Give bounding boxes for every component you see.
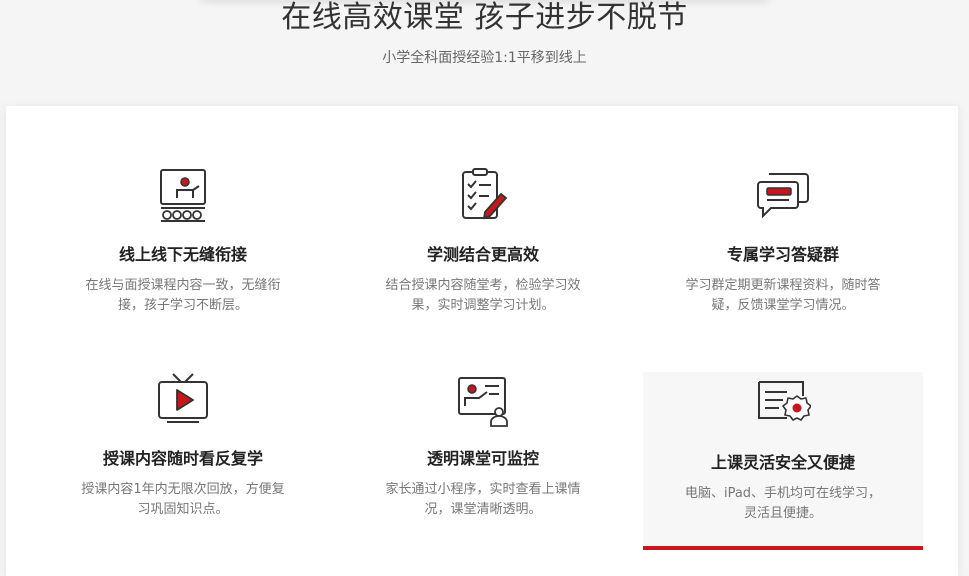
feature-desc: 授课内容1年内无限次回放，方便复习巩固知识点。 (81, 482, 285, 517)
feature-title: 透明课堂可监控 (426, 449, 539, 468)
feature-desc: 家长通过小程序，实时查看上课情况，课堂清晰透明。 (385, 482, 581, 517)
page-title: 在线高效课堂 孩子进步不脱节 (281, 0, 688, 35)
feature-item-replay[interactable]: 授课内容随时看反复学 授课内容1年内无限次回放，方便复习巩固知识点。 (43, 372, 323, 572)
page-subtitle: 小学全科面授经验1:1平移到线上 (382, 50, 587, 66)
feature-item-flexible[interactable]: 上课灵活安全又便捷 电脑、iPad、手机均可在线学习，灵活且便捷。 (643, 372, 923, 550)
certificate-badge-icon (758, 381, 811, 421)
feature-desc: 结合授课内容随堂考，检验学习效果，实时调整学习计划。 (385, 278, 581, 313)
feature-desc: 在线与面授课程内容一致，无缝衔接，孩子学习不断层。 (85, 278, 281, 313)
feature-title: 学测结合更高效 (426, 245, 539, 264)
chat-bubbles-icon (757, 173, 809, 219)
tv-play-icon (158, 373, 208, 423)
feature-title: 线上线下无缝衔接 (118, 245, 247, 264)
feature-title: 授课内容随时看反复学 (102, 449, 263, 468)
feature-desc: 电脑、iPad、手机均可在线学习，灵活且便捷。 (684, 486, 882, 521)
classroom-teacher-icon (160, 169, 206, 222)
feature-desc: 学习群定期更新课程资料，随时答疑，反馈课堂学习情况。 (685, 278, 881, 313)
feature-title: 专属学习答疑群 (726, 245, 839, 264)
active-indicator (643, 546, 923, 550)
features-panel: 线上线下无缝衔接 在线与面授课程内容一致，无缝衔接，孩子学习不断层。 学测结合更… (6, 106, 958, 576)
feature-item-qa-group[interactable]: 专属学习答疑群 学习群定期更新课程资料，随时答疑，反馈课堂学习情况。 (643, 168, 923, 368)
monitor-teacher-icon (458, 377, 508, 427)
checklist-pen-icon (462, 168, 508, 220)
feature-title: 上课灵活安全又便捷 (710, 453, 855, 472)
feature-item-seamless[interactable]: 线上线下无缝衔接 在线与面授课程内容一致，无缝衔接，孩子学习不断层。 (43, 168, 323, 368)
feature-item-test[interactable]: 学测结合更高效 结合授课内容随堂考，检验学习效果，实时调整学习计划。 (343, 168, 623, 368)
feature-item-monitor[interactable]: 透明课堂可监控 家长通过小程序，实时查看上课情况，课堂清晰透明。 (343, 372, 623, 572)
